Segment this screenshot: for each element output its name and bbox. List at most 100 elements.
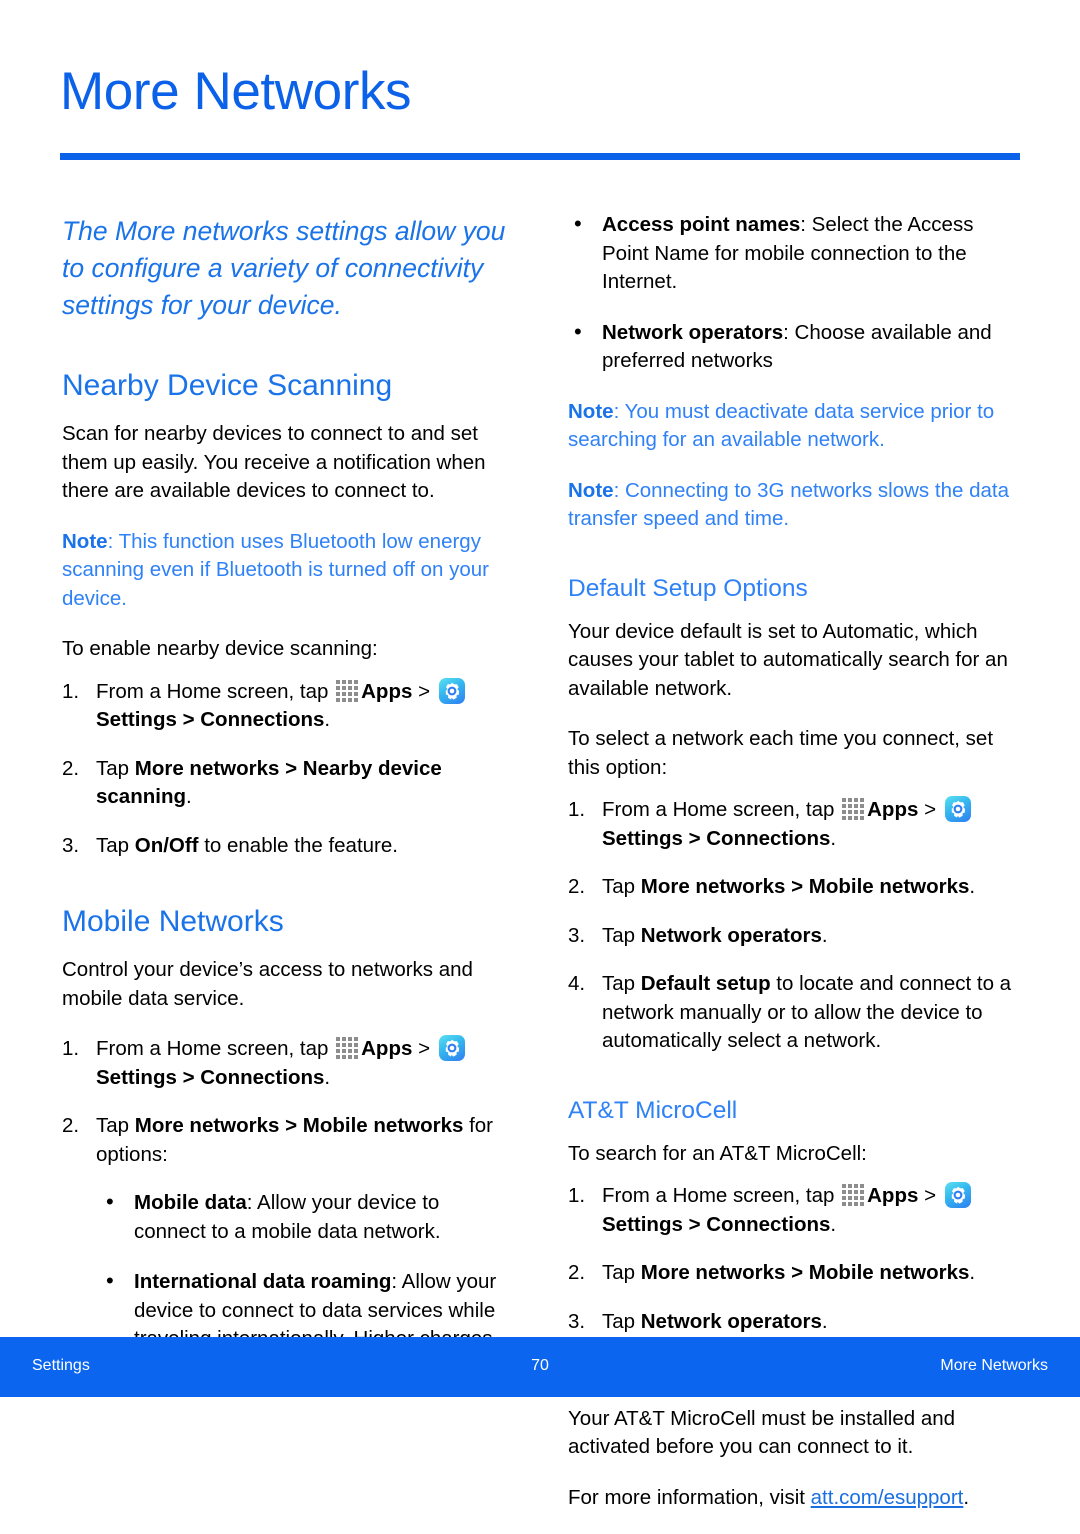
list-item: Tap More networks > Mobile networks. (568, 873, 1020, 902)
step-separator: > (412, 1037, 436, 1060)
default-setup-steps-list: From a Home screen, tap Apps > Settings … (568, 796, 1020, 1056)
mobile-options-bullets-continued: Access point names: Select the Access Po… (568, 210, 1020, 376)
intro-paragraph: The More networks settings allow you to … (62, 216, 506, 320)
note-deactivate-data-service: Note: You must deactivate data service p… (568, 398, 1020, 455)
list-item: Tap Network operators. (568, 1308, 1020, 1337)
apps-label: Apps (361, 679, 413, 703)
apps-label: Apps (867, 798, 919, 821)
settings-gear-icon (944, 1182, 971, 1208)
note-label: Note (568, 478, 614, 502)
mobile-steps-list: From a Home screen, tap Apps > Settings … (62, 1035, 514, 1169)
step-text: Tap (96, 756, 135, 780)
note-text: : You must deactivate data service prior… (568, 399, 995, 452)
microcell-lead-in: To search for an AT&T MicroCell: (568, 1141, 867, 1165)
nearby-steps-list: From a Home screen, tap Apps > Settings … (62, 677, 514, 861)
bullet-term: Network operators (602, 320, 784, 344)
step-bold-suffix: > Connections (182, 1065, 325, 1089)
settings-label: Settings (96, 1065, 177, 1089)
nearby-note: Note: This function uses Bluetooth low e… (62, 528, 514, 614)
step-bold: More networks > Mobile networks (134, 1114, 464, 1137)
settings-label: Settings (602, 1212, 683, 1236)
default-setup-body-1: Your device default is set to Automatic,… (568, 619, 1008, 700)
step-bold: More networks > Nearby device scanning (96, 756, 442, 809)
note-text: : This function uses Bluetooth low energ… (62, 529, 489, 610)
list-item: Tap Network operators. (568, 922, 1020, 951)
microcell-more-info: For more information, visit att.com/esup… (568, 1484, 1020, 1513)
subsection-heading-att-microcell: AT&T MicroCell (568, 1096, 738, 1124)
step-bold: Network operators (640, 923, 822, 947)
list-item: Network operators: Choose available and … (568, 318, 1020, 376)
subsection-heading-default-setup-options: Default Setup Options (568, 574, 808, 602)
step-tail: . (186, 785, 192, 808)
step-bold-suffix: > Connections (688, 826, 831, 850)
step-text: Tap (602, 923, 641, 947)
step-text: From a Home screen, tap (602, 1184, 841, 1207)
step-bold: On/Off (134, 833, 199, 857)
section-heading-mobile-networks: Mobile Networks (62, 905, 284, 938)
list-item: From a Home screen, tap Apps > Settings … (568, 1182, 1020, 1239)
default-setup-body-2: To select a network each time you connec… (568, 727, 994, 779)
step-bold: Default setup (640, 972, 771, 995)
nearby-lead-in: To enable nearby device scanning: (62, 637, 378, 660)
step-text: Tap (602, 1261, 641, 1284)
step-separator: > (412, 679, 436, 703)
list-item: Tap Default setup to locate and connect … (568, 970, 1020, 1056)
more-info-prefix: For more information, visit (568, 1485, 811, 1509)
footer-topic-label: More Networks (940, 1357, 1048, 1374)
list-item: Tap More networks > Mobile networks for … (62, 1112, 514, 1169)
step-tail: . (969, 875, 976, 898)
step-text: From a Home screen, tap (96, 679, 335, 703)
microcell-body: Your AT&T MicroCell must be installed an… (568, 1406, 956, 1459)
step-text: Tap (96, 833, 135, 857)
step-text: Tap (602, 875, 641, 898)
step-suffix-tail: . (830, 1212, 837, 1236)
step-tail: to enable the feature. (198, 833, 398, 857)
step-bold: More networks > Mobile networks (640, 875, 970, 898)
list-item: Tap More networks > Nearby device scanni… (62, 755, 514, 812)
note-text: : Connecting to 3G networks slows the da… (568, 478, 1009, 531)
step-bold-suffix: > Connections (182, 708, 325, 731)
list-item: Mobile data: Allow your device to connec… (100, 1188, 514, 1246)
nearby-body-paragraph: Scan for nearby devices to connect to an… (62, 422, 486, 502)
step-text: From a Home screen, tap (602, 798, 841, 821)
apps-grid-icon (336, 679, 359, 702)
settings-gear-icon (438, 1035, 465, 1061)
list-item: From a Home screen, tap Apps > Settings … (62, 677, 514, 735)
document-page: More Networks The More networks settings… (0, 0, 1080, 1509)
step-text: From a Home screen, tap (96, 1037, 335, 1060)
step-separator: > (918, 798, 942, 821)
list-item: Access point names: Select the Access Po… (568, 210, 1020, 297)
left-column: The More networks settings allow you to … (62, 205, 514, 1404)
step-bold: More networks > Mobile networks (640, 1261, 970, 1284)
title-divider (60, 153, 1020, 160)
settings-label: Settings (602, 826, 683, 850)
note-label: Note (62, 529, 108, 553)
step-text: Tap (96, 1114, 135, 1137)
right-column: Access point names: Select the Access Po… (568, 205, 1020, 1534)
step-bold-suffix: > Connections (688, 1212, 831, 1236)
step-text: Tap (602, 1309, 641, 1333)
section-heading-nearby-device-scanning: Nearby Device Scanning (62, 369, 393, 402)
step-suffix-tail: . (830, 826, 837, 850)
step-separator: > (918, 1184, 942, 1207)
list-item: From a Home screen, tap Apps > Settings … (568, 796, 1020, 853)
apps-label: Apps (361, 1037, 413, 1060)
bullet-term: International data roaming (134, 1270, 392, 1293)
esupport-link[interactable]: att.com/esupport (811, 1486, 964, 1509)
list-item: Tap On/Off to enable the feature. (62, 832, 514, 861)
more-info-suffix: . (963, 1485, 970, 1509)
page-title: More Networks (60, 62, 412, 121)
note-3g-speed: Note: Connecting to 3G networks slows th… (568, 477, 1020, 534)
step-tail: . (821, 1309, 828, 1333)
step-suffix-tail: . (324, 1065, 331, 1089)
step-bold: Network operators (640, 1309, 822, 1333)
step-tail: . (969, 1261, 976, 1284)
apps-label: Apps (867, 1184, 919, 1207)
step-tail: . (821, 923, 828, 947)
bullet-term: Access point names (602, 213, 801, 236)
apps-grid-icon (842, 1184, 865, 1206)
list-item: From a Home screen, tap Apps > Settings … (62, 1035, 514, 1092)
settings-label: Settings (96, 708, 177, 731)
settings-gear-icon (438, 677, 465, 704)
note-label: Note (568, 399, 614, 423)
